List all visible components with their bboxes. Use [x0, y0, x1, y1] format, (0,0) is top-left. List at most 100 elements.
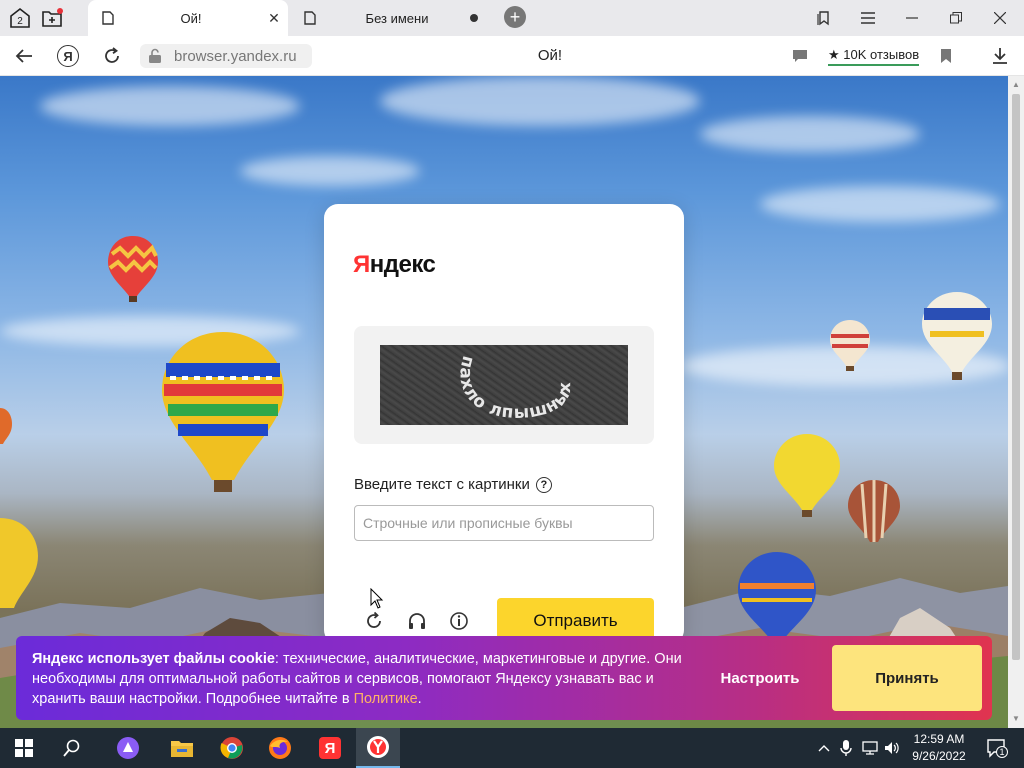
collections-button[interactable] [802, 0, 846, 36]
yandex-button[interactable]: Я [54, 42, 82, 70]
cookie-banner: Яндекс использует файлы cookie: техничес… [16, 636, 992, 720]
close-window-button[interactable] [978, 0, 1022, 36]
cookie-settings-button[interactable]: Настроить [706, 646, 814, 710]
close-tab-icon[interactable]: ✕ [260, 10, 288, 27]
firefox-button[interactable] [258, 728, 302, 768]
balloon-illustration [922, 292, 992, 380]
yandex-icon: Я [319, 737, 341, 759]
balloon-illustration [848, 480, 900, 542]
captcha-prompt: Введите текст с картинки ? [354, 476, 552, 493]
tab-active[interactable]: Ой! ✕ [88, 0, 288, 36]
tab-groups-button[interactable]: 2 [6, 4, 34, 32]
notifications-button[interactable]: 1 [986, 738, 1008, 758]
yandex-circle-icon: Я [57, 45, 79, 67]
audio-captcha-button[interactable] [405, 609, 429, 633]
tab-bar: 2 Ой! ✕ Без имени + [0, 0, 1024, 36]
menu-button[interactable] [846, 0, 890, 36]
new-tab-button[interactable]: + [504, 6, 526, 28]
cloud [240, 156, 420, 186]
file-explorer-button[interactable] [160, 728, 204, 768]
balloon-illustration [0, 408, 12, 444]
bookmark-icon [941, 49, 951, 63]
arrow-left-icon [15, 49, 32, 63]
scroll-thumb[interactable] [1012, 94, 1020, 660]
captcha-image: пахло лпышных [380, 345, 628, 425]
cloud [700, 116, 920, 152]
tab-title: Ой! [180, 10, 202, 26]
info-button[interactable] [447, 609, 471, 633]
minimize-icon [906, 17, 918, 19]
windows-logo-icon [15, 739, 33, 757]
minimize-button[interactable] [890, 0, 934, 36]
info-icon [450, 612, 468, 630]
svg-text:2: 2 [17, 16, 23, 27]
bookmark-button[interactable] [932, 42, 960, 70]
refresh-captcha-button[interactable] [362, 609, 386, 633]
cloud [760, 186, 1000, 222]
alice-icon [117, 737, 139, 759]
start-button[interactable] [2, 728, 46, 768]
headphones-icon [409, 613, 425, 629]
cookie-accept-button[interactable]: Принять [832, 645, 982, 711]
unsaved-dot-icon [470, 14, 478, 22]
yandex-browser-icon [367, 736, 389, 758]
url-field[interactable]: browser.yandex.ru [140, 44, 312, 68]
help-icon[interactable]: ? [535, 476, 552, 493]
chevron-up-icon[interactable] [816, 740, 832, 756]
reader-button[interactable] [786, 42, 814, 70]
url-text: browser.yandex.ru [174, 47, 297, 65]
scroll-down-icon[interactable]: ▼ [1011, 714, 1021, 724]
back-button[interactable] [10, 42, 38, 70]
downloads-button[interactable] [986, 42, 1014, 70]
home-tabs-icon: 2 [10, 7, 30, 28]
chrome-icon [220, 737, 243, 759]
bookmarks-panel-icon [817, 11, 829, 26]
tab-title: Без имени [365, 10, 429, 26]
taskbar: Я 12:59 AM 9/26/2022 1 [0, 728, 1024, 768]
microphone-icon[interactable] [838, 740, 854, 756]
yandex-browser-button[interactable] [356, 728, 400, 768]
captcha-input[interactable] [354, 505, 654, 541]
close-icon [994, 12, 1006, 24]
clock-date: 9/26/2022 [912, 749, 966, 763]
chat-icon [793, 50, 807, 62]
balloon-illustration [830, 320, 870, 371]
tab-inactive[interactable]: Без имени [290, 0, 490, 36]
network-icon[interactable] [862, 740, 878, 756]
yandex-logo: Яндекс [353, 251, 436, 278]
search-button[interactable] [50, 728, 94, 768]
scrollbar[interactable]: ▲ ▼ [1008, 76, 1024, 728]
system-clock[interactable]: 12:59 AM 9/26/2022 [904, 731, 974, 765]
captcha-card: Яндекс пахло лпышных Введите текст с кар… [324, 204, 684, 644]
lock-icon[interactable] [148, 48, 166, 64]
reload-icon [105, 47, 119, 63]
mouse-cursor-icon [370, 588, 384, 609]
chrome-button[interactable] [210, 728, 254, 768]
svg-text:пахло лпышных: пахло лпышных [456, 354, 576, 423]
notification-count: 1 [996, 746, 1008, 758]
restore-button[interactable] [934, 0, 978, 36]
page-content: Яндекс пахло лпышных Введите текст с кар… [0, 76, 1008, 728]
policy-link[interactable]: Политике [354, 691, 418, 707]
reviews-link[interactable]: ★ 10K отзывов [828, 47, 920, 66]
balloon-illustration [0, 518, 38, 608]
yandex-taskbar-button[interactable]: Я [308, 728, 352, 768]
scroll-up-icon[interactable]: ▲ [1011, 80, 1021, 90]
refresh-icon [367, 611, 381, 628]
page-icon [94, 11, 122, 25]
balloon-illustration [738, 552, 816, 642]
folder-tab-button[interactable] [38, 4, 66, 32]
restore-icon [950, 12, 962, 24]
cookie-text: Яндекс использует файлы cookie: техничес… [32, 651, 682, 707]
folder-icon [171, 741, 193, 757]
volume-icon[interactable] [884, 740, 900, 756]
alice-button[interactable] [106, 728, 150, 768]
download-icon [993, 48, 1007, 64]
reload-button[interactable] [98, 42, 126, 70]
balloon-illustration [162, 332, 284, 492]
cloud [40, 86, 300, 126]
page-icon [296, 11, 324, 25]
address-bar: Я browser.yandex.ru Ой! ★ 10K отзывов [0, 36, 1024, 76]
balloon-illustration [108, 236, 158, 302]
balloon-illustration [774, 434, 840, 517]
